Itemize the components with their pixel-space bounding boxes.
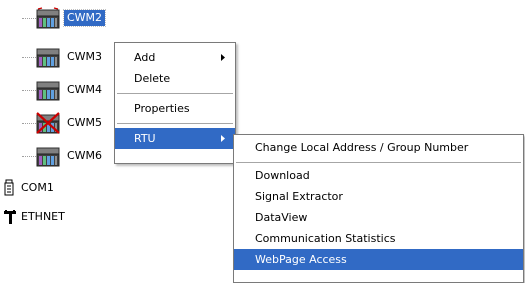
- rtu-rack-icon: [36, 46, 60, 68]
- tree-connector: [22, 90, 36, 92]
- tree-item-cwm2[interactable]: CWM2: [36, 7, 107, 29]
- menu-item-label: DataView: [255, 211, 308, 224]
- tree-item-label[interactable]: CWM6: [64, 148, 105, 164]
- tree-item-cwm5[interactable]: CWM5: [36, 112, 105, 134]
- menu-separator: [117, 123, 233, 124]
- tree-item-cwm6[interactable]: CWM6: [36, 145, 105, 167]
- rtu-rack-icon: [36, 145, 60, 167]
- menu-separator: [117, 93, 233, 94]
- rtu-rack-icon: [36, 79, 60, 101]
- tree-item-ethnet[interactable]: ETHNET: [3, 207, 68, 227]
- menu-item-properties[interactable]: Properties: [115, 98, 235, 119]
- rtu-rack-icon: [36, 7, 60, 29]
- tree-item-label[interactable]: CWM4: [64, 82, 105, 98]
- tree-item-label[interactable]: CWM2: [62, 9, 107, 27]
- tree-item-cwm3[interactable]: CWM3: [36, 46, 105, 68]
- menu-item-comm-stats[interactable]: Communication Statistics: [234, 228, 523, 249]
- rtu-submenu: Change Local Address / Group Number Down…: [233, 134, 524, 283]
- menu-item-label: Download: [255, 169, 310, 182]
- tree-item-com1[interactable]: COM1: [3, 178, 57, 198]
- menu-item-download[interactable]: Download: [234, 165, 523, 186]
- menu-item-label: Properties: [134, 102, 190, 115]
- menu-item-change-address[interactable]: Change Local Address / Group Number: [234, 137, 523, 158]
- tree-item-label[interactable]: CWM3: [64, 49, 105, 65]
- tree-item-label[interactable]: ETHNET: [18, 209, 68, 225]
- ethernet-icon: [3, 208, 17, 226]
- menu-separator: [236, 162, 521, 163]
- tree-item-label[interactable]: COM1: [18, 180, 57, 196]
- menu-item-dataview[interactable]: DataView: [234, 207, 523, 228]
- menu-item-label: WebPage Access: [255, 253, 347, 266]
- submenu-arrow-icon: [219, 128, 227, 149]
- tree-connector: [22, 123, 36, 125]
- context-menu: Add Delete Properties RTU: [114, 42, 236, 164]
- tree-connector: [22, 57, 36, 59]
- tree-connector: [22, 156, 36, 158]
- menu-item-rtu[interactable]: RTU: [115, 128, 235, 149]
- menu-item-delete[interactable]: Delete: [115, 68, 235, 89]
- menu-item-label: Communication Statistics: [255, 232, 396, 245]
- tree-item-cwm4[interactable]: CWM4: [36, 79, 105, 101]
- menu-item-label: RTU: [134, 132, 156, 145]
- menu-item-signal-extractor[interactable]: Signal Extractor: [234, 186, 523, 207]
- rtu-rack-disabled-icon: [36, 112, 60, 134]
- tree-connector: [22, 18, 36, 20]
- menu-item-label: Add: [134, 51, 156, 64]
- serial-port-icon: [3, 179, 17, 197]
- menu-item-label: Delete: [134, 72, 171, 85]
- menu-item-label: Signal Extractor: [255, 190, 343, 203]
- menu-item-label: Change Local Address / Group Number: [255, 141, 469, 154]
- menu-item-webpage-access[interactable]: WebPage Access: [234, 249, 523, 270]
- submenu-arrow-icon: [219, 47, 227, 68]
- menu-item-add[interactable]: Add: [115, 47, 235, 68]
- tree-item-label[interactable]: CWM5: [64, 115, 105, 131]
